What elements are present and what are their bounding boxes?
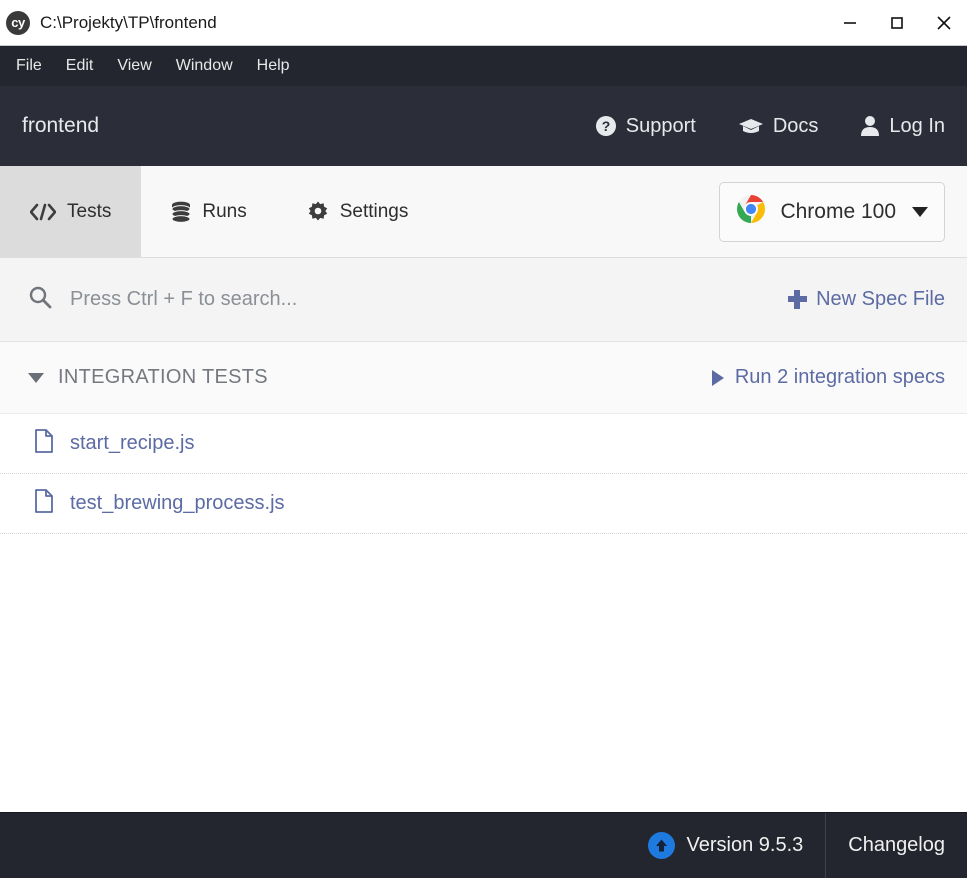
window-controls xyxy=(826,0,967,46)
tab-runs-label: Runs xyxy=(202,200,247,222)
close-button[interactable] xyxy=(920,0,967,46)
question-circle-icon: ? xyxy=(595,115,617,137)
user-icon xyxy=(860,115,880,137)
version-label: Version 9.5.3 xyxy=(686,834,804,856)
header-nav: ? Support Docs Log In xyxy=(595,115,945,138)
gear-icon xyxy=(307,201,329,223)
group-toggle[interactable]: INTEGRATION TESTS xyxy=(28,366,712,389)
new-spec-file-label: New Spec File xyxy=(816,288,945,310)
search-input[interactable]: Press Ctrl + F to search... xyxy=(28,285,788,314)
menu-item-window[interactable]: Window xyxy=(166,53,243,79)
caret-down-icon xyxy=(28,372,44,383)
arrow-up-circle-icon xyxy=(647,832,675,859)
application-menubar: File Edit View Window Help xyxy=(0,46,967,86)
spec-row-test-brewing-process[interactable]: test_brewing_process.js xyxy=(0,474,967,534)
tab-runs[interactable]: Runs xyxy=(141,166,276,257)
window-bottom-edge xyxy=(0,878,967,883)
run-all-specs-label: Run 2 integration specs xyxy=(734,366,945,388)
spec-name: test_brewing_process.js xyxy=(70,492,285,514)
cypress-header: frontend ? Support Docs Log In xyxy=(0,86,967,166)
window-title: C:\Projekty\TP\frontend xyxy=(40,12,217,32)
search-icon xyxy=(28,285,52,314)
titlebar-left: cy C:\Projekty\TP\frontend xyxy=(0,10,826,35)
play-icon xyxy=(711,369,724,386)
header-link-docs[interactable]: Docs xyxy=(738,114,819,138)
run-all-specs-button[interactable]: Run 2 integration specs xyxy=(711,366,945,389)
header-link-login-label: Log In xyxy=(889,114,945,137)
maximize-button[interactable] xyxy=(873,0,920,46)
minimize-button[interactable] xyxy=(826,0,873,46)
tab-settings-label: Settings xyxy=(339,200,409,222)
cypress-logo-icon: cy xyxy=(6,10,30,35)
main-tabs: Tests Runs Settings Chrome 100 xyxy=(0,166,967,258)
tab-tests-label: Tests xyxy=(67,200,112,222)
menu-item-view[interactable]: View xyxy=(107,53,161,79)
tab-settings[interactable]: Settings xyxy=(277,166,439,257)
menu-item-edit[interactable]: Edit xyxy=(56,53,104,79)
database-icon xyxy=(171,201,191,223)
changelog-label: Changelog xyxy=(848,834,945,856)
cypress-test-runner-window: cy C:\Projekty\TP\frontend File Edit Vie… xyxy=(0,0,967,883)
header-link-login[interactable]: Log In xyxy=(860,115,945,138)
spec-search-row: Press Ctrl + F to search... New Spec Fil… xyxy=(0,258,967,342)
tabs-spacer xyxy=(438,166,719,257)
window-titlebar: cy C:\Projekty\TP\frontend xyxy=(0,0,967,46)
new-spec-file-button[interactable]: New Spec File xyxy=(788,288,945,311)
menu-item-file[interactable]: File xyxy=(6,53,52,79)
group-title: INTEGRATION TESTS xyxy=(58,366,268,388)
chrome-icon xyxy=(736,194,766,230)
menu-item-help[interactable]: Help xyxy=(247,53,300,79)
plus-icon xyxy=(788,290,808,309)
tab-tests[interactable]: Tests xyxy=(0,166,142,257)
browser-selector-wrap: Chrome 100 xyxy=(719,166,967,257)
browser-selector-label: Chrome 100 xyxy=(780,199,896,223)
header-link-support-label: Support xyxy=(625,114,696,137)
integration-tests-group-header: INTEGRATION TESTS Run 2 integration spec… xyxy=(0,342,967,414)
search-placeholder: Press Ctrl + F to search... xyxy=(70,288,298,310)
browser-selector[interactable]: Chrome 100 xyxy=(719,181,945,242)
project-name: frontend xyxy=(22,114,100,137)
spec-row-start-recipe[interactable]: start_recipe.js xyxy=(0,414,967,474)
graduation-cap-icon xyxy=(738,116,764,136)
version-button[interactable]: Version 9.5.3 xyxy=(626,813,826,878)
code-icon xyxy=(30,203,56,221)
file-icon xyxy=(34,489,54,518)
header-link-docs-label: Docs xyxy=(772,114,819,137)
chevron-down-icon xyxy=(912,206,928,217)
spec-name: start_recipe.js xyxy=(70,432,195,454)
header-link-support[interactable]: ? Support xyxy=(595,115,696,138)
file-icon xyxy=(34,429,54,458)
app-footer: Version 9.5.3 Changelog xyxy=(0,812,967,878)
changelog-link[interactable]: Changelog xyxy=(825,813,967,878)
spec-list: start_recipe.js test_brewing_process.js xyxy=(0,414,967,812)
svg-text:?: ? xyxy=(601,118,610,134)
